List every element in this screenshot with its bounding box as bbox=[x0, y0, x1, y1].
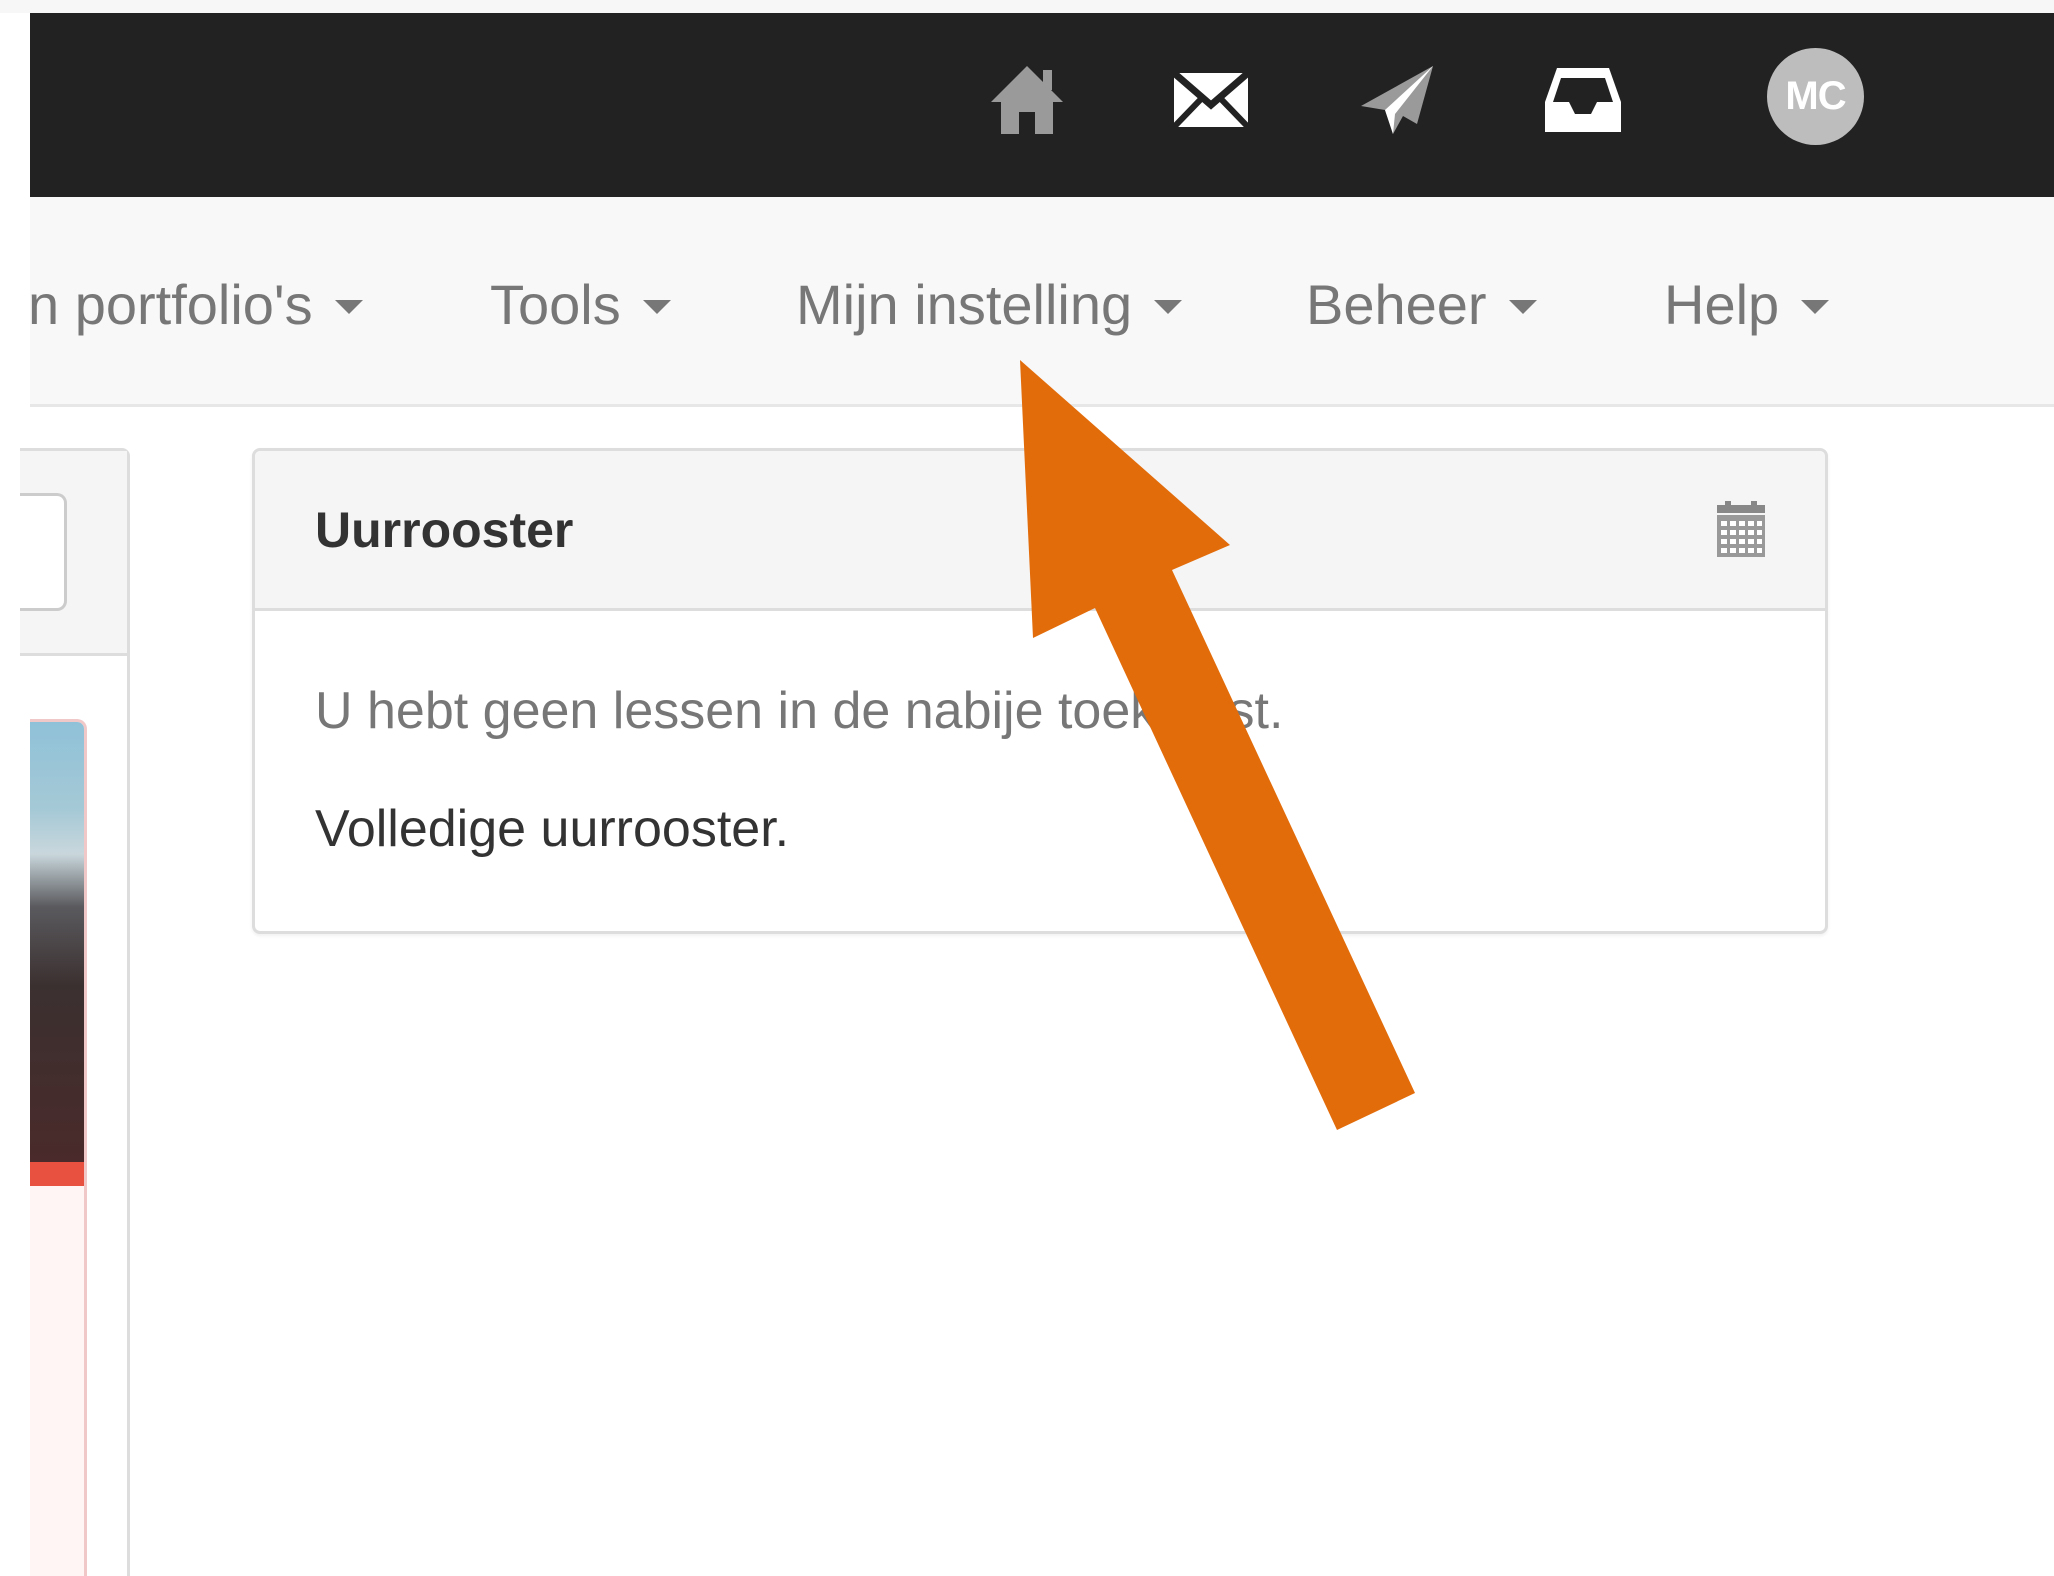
paper-plane-icon[interactable] bbox=[1352, 55, 1442, 145]
nav-item-label: Help bbox=[1664, 272, 1780, 336]
nav-item-mijn-instelling[interactable]: Mijn instelling bbox=[796, 269, 1183, 339]
top-bar: MC bbox=[30, 13, 2054, 197]
main-nav: n portfolio's Tools Mijn instelling Behe… bbox=[28, 197, 2054, 407]
calendar-icon[interactable] bbox=[1711, 501, 1771, 561]
left-panel bbox=[20, 448, 130, 1576]
schedule-empty-message: U hebt geen lessen in de nabije toekomst… bbox=[315, 682, 1284, 740]
nav-item-label: n portfolio's bbox=[28, 272, 313, 336]
window-top-edge bbox=[0, 0, 2054, 13]
left-panel-search-input[interactable] bbox=[20, 493, 67, 611]
nav-item-beheer[interactable]: Beheer bbox=[1306, 269, 1537, 339]
inbox-icon[interactable] bbox=[1538, 55, 1628, 145]
user-avatar[interactable]: MC bbox=[1767, 48, 1864, 145]
full-schedule-link[interactable]: Volledige uurrooster. bbox=[315, 799, 789, 859]
left-panel-card[interactable] bbox=[30, 719, 87, 1576]
left-panel-header bbox=[20, 451, 127, 656]
nav-item-label: Mijn instelling bbox=[796, 272, 1133, 336]
nav-item-portfolios[interactable]: n portfolio's bbox=[28, 269, 363, 339]
caret-down-icon bbox=[642, 300, 671, 314]
nav-item-tools[interactable]: Tools bbox=[490, 269, 671, 339]
caret-down-icon bbox=[1154, 300, 1183, 314]
nav-item-help[interactable]: Help bbox=[1664, 269, 1830, 339]
card-image bbox=[30, 722, 84, 1162]
card-accent-bar bbox=[30, 1162, 84, 1186]
envelope-icon[interactable] bbox=[1166, 55, 1256, 145]
schedule-panel: Uurrooster U hebt geen lessen in de nabi… bbox=[252, 448, 1828, 934]
nav-item-label: Tools bbox=[490, 272, 621, 336]
schedule-panel-header: Uurrooster bbox=[255, 451, 1825, 611]
caret-down-icon bbox=[334, 300, 363, 314]
caret-down-icon bbox=[1801, 300, 1830, 314]
nav-item-label: Beheer bbox=[1306, 272, 1487, 336]
schedule-panel-title: Uurrooster bbox=[315, 502, 574, 558]
home-icon[interactable] bbox=[982, 55, 1072, 145]
caret-down-icon bbox=[1508, 300, 1537, 314]
